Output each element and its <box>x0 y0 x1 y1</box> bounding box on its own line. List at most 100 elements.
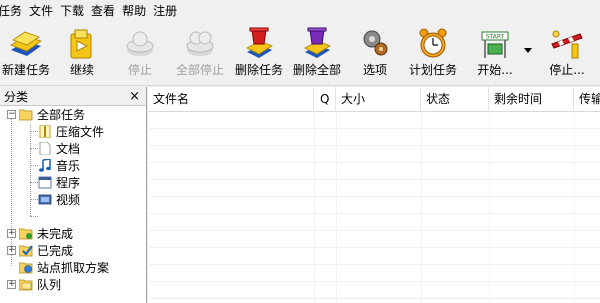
tree-line <box>30 165 38 166</box>
column-time-left[interactable]: 剩余时间 <box>489 87 574 112</box>
column-filename[interactable]: 文件名 <box>148 87 314 112</box>
tree-item-label: 已完成 <box>37 244 74 258</box>
list-header: 文件名 Q 大小 状态 剩余时间 传输 <box>148 87 600 112</box>
start-queue-label: 开始... <box>477 63 513 77</box>
tree-item-site-grabber[interactable]: 站点抓取方案 <box>19 259 109 276</box>
resume-label: 继续 <box>69 63 94 77</box>
grid-line <box>336 112 337 303</box>
expand-toggle[interactable]: + <box>7 246 16 255</box>
empty-row <box>148 248 600 265</box>
new-task-button[interactable]: 新建任务 <box>2 22 50 86</box>
empty-row <box>148 197 600 214</box>
empty-row <box>148 282 600 299</box>
download-list: 文件名 Q 大小 状态 剩余时间 传输 <box>148 87 600 303</box>
grid-line <box>574 112 575 303</box>
empty-row <box>148 112 600 129</box>
tree-line <box>30 148 38 149</box>
menu-help[interactable]: 帮助 <box>122 0 153 22</box>
tree-item-label: 压缩文件 <box>56 125 105 139</box>
tree-item-label: 文档 <box>56 142 81 156</box>
tree-line <box>30 216 38 217</box>
tree-item-documents[interactable]: 文档 <box>38 140 80 157</box>
tree-item-label: 视频 <box>56 193 81 207</box>
site-grabber-icon <box>19 262 33 274</box>
tree-item-label: 未完成 <box>37 227 74 241</box>
alarm-clock-icon <box>419 28 447 58</box>
finished-folder-icon <box>19 245 33 257</box>
stop-label: 停止 <box>127 63 152 77</box>
options-button[interactable]: 选项 <box>357 22 393 86</box>
tree-item-finished[interactable]: 已完成 <box>19 242 73 259</box>
tree-item-label: 音乐 <box>56 159 81 173</box>
menu-file[interactable]: 文件 <box>29 0 60 22</box>
column-q[interactable]: Q <box>314 87 336 112</box>
list-body[interactable] <box>148 112 600 299</box>
new-task-icon <box>10 31 42 56</box>
scheduler-button[interactable]: 计划任务 <box>408 22 458 86</box>
grid-line <box>421 112 422 303</box>
expand-toggle[interactable]: + <box>7 280 16 289</box>
empty-row <box>148 129 600 146</box>
tree-item-music[interactable]: 音乐 <box>38 157 80 174</box>
stop-all-icon <box>186 31 214 56</box>
tree-line <box>30 123 31 216</box>
tree-line <box>11 114 12 266</box>
tree-line <box>30 182 38 183</box>
menu-view[interactable]: 查看 <box>91 0 122 22</box>
close-icon[interactable]: × <box>129 90 140 103</box>
delete-all-icon <box>304 27 331 58</box>
empty-row <box>148 180 600 197</box>
gear-icon <box>363 30 388 56</box>
expand-toggle[interactable]: + <box>7 229 16 238</box>
tree-item-label: 站点抓取方案 <box>37 261 110 275</box>
toolbar: 新建任务 继续 停止 全部停止 删除任务 删除全部 选项 计划任务 START … <box>0 22 600 86</box>
grid-line <box>314 112 315 303</box>
tree-item-label: 程序 <box>56 176 81 190</box>
tree-item-label: 队列 <box>37 278 62 292</box>
start-queue-dropdown[interactable] <box>523 22 533 86</box>
start-queue-button[interactable]: START 开始... <box>474 22 516 86</box>
scheduler-label: 计划任务 <box>408 63 457 77</box>
stop-button[interactable]: 停止 <box>120 22 160 86</box>
unfinished-folder-icon <box>19 228 33 240</box>
tree-line <box>30 131 38 132</box>
music-note-icon <box>39 159 51 172</box>
chevron-down-icon <box>524 48 532 53</box>
empty-row <box>148 214 600 231</box>
empty-row <box>148 231 600 248</box>
delete-task-button[interactable]: 删除任务 <box>234 22 284 86</box>
new-task-label: 新建任务 <box>1 63 50 77</box>
start-sign-text: START <box>486 34 505 41</box>
stop-icon <box>126 31 154 56</box>
tree-line <box>30 199 38 200</box>
tree-item-video[interactable]: 视频 <box>38 191 80 208</box>
document-icon <box>39 142 51 155</box>
open-folder-icon <box>19 109 33 121</box>
delete-all-button[interactable]: 删除全部 <box>292 22 342 86</box>
video-icon <box>38 194 52 205</box>
menu-task[interactable]: 任务 <box>0 0 29 22</box>
column-status[interactable]: 状态 <box>421 87 489 112</box>
column-transfer[interactable]: 传输 <box>574 87 600 112</box>
tree-item-unfinished[interactable]: 未完成 <box>19 225 73 242</box>
collapse-toggle[interactable]: − <box>7 110 16 119</box>
tree-item-all-tasks[interactable]: 全部任务 <box>19 106 85 123</box>
menu-register[interactable]: 注册 <box>153 0 184 22</box>
resume-button[interactable]: 继续 <box>62 22 102 86</box>
stop-all-button[interactable]: 全部停止 <box>176 22 224 86</box>
barrier-icon <box>551 30 583 59</box>
category-pane: 分类 × − 全部任务 压缩文件 文档 音乐 程序 视频 + 未完成 + 已完成… <box>0 87 147 303</box>
category-pane-title: 分类 <box>4 89 29 104</box>
tree-item-compressed[interactable]: 压缩文件 <box>38 123 104 140</box>
column-size[interactable]: 大小 <box>336 87 421 112</box>
stop-queue-button[interactable]: 停止... <box>545 22 589 86</box>
stop-queue-label: 停止... <box>549 63 585 77</box>
tree-item-programs[interactable]: 程序 <box>38 174 80 191</box>
menu-bar: 任务 文件 下载 查看 帮助 注册 <box>0 0 600 22</box>
program-window-icon <box>38 176 52 189</box>
category-pane-header: 分类 × <box>0 87 146 106</box>
menu-download[interactable]: 下载 <box>60 0 91 22</box>
tree-item-queues[interactable]: 队列 <box>19 276 61 293</box>
tree-item-label: 全部任务 <box>37 108 86 122</box>
delete-all-label: 删除全部 <box>292 63 341 77</box>
